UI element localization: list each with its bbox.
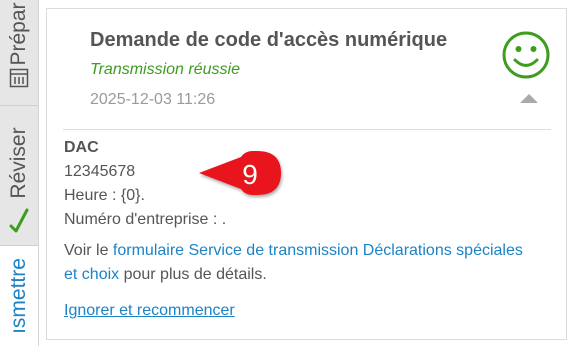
details-paragraph: Voir le formulaire Service de transmissi… [64,239,534,287]
side-tab-strip: Prépar Réviser ısmettre [0,0,39,346]
details-suffix: pour plus de détails. [119,266,267,283]
tab-prepare-label: Prépar [7,2,30,66]
code-value: 12345678 [64,163,136,180]
tab-review-label: Réviser [7,127,30,199]
form-icon [9,68,29,88]
checkmark-icon [9,208,29,233]
enterprise-number-line: Numéro d'entreprise : . [64,211,227,228]
card-title: Demande de code d'accès numérique [90,29,448,51]
details-prefix: Voir le [64,242,113,259]
transmission-card: Demande de code d'accès numérique Transm… [46,8,567,340]
app-root: Prépar Réviser ısmettre Demande de code … [0,0,573,346]
step-badge-number: 9 [242,159,258,190]
tab-transmit-label: ısmettre [7,258,30,334]
divider [63,129,551,130]
smiley-icon [502,31,550,79]
tab-prepare[interactable]: Prépar [0,0,38,105]
tab-transmit[interactable]: ısmettre [0,245,38,346]
hour-line: Heure : {0}. [64,187,145,204]
code-label: DAC [64,139,99,156]
timestamp: 2025-12-03 11:26 [90,91,216,108]
ignore-restart-link[interactable]: Ignorer et recommencer [64,302,235,320]
tab-review[interactable]: Réviser [0,105,38,245]
chevron-up-icon[interactable] [517,89,541,107]
status-text: Transmission réussie [90,61,240,78]
